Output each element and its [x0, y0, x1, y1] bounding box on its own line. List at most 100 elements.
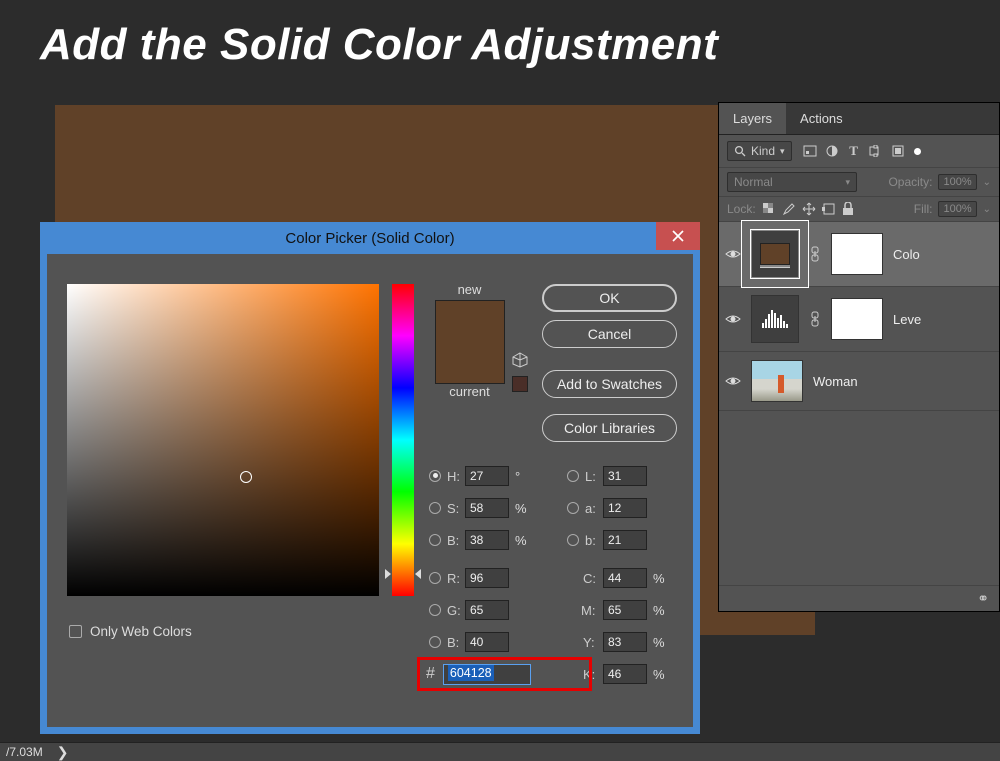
lock-move-icon[interactable] [802, 202, 816, 216]
current-color-swatch[interactable] [436, 342, 504, 383]
layer-mask-thumb[interactable] [831, 233, 883, 275]
filter-pixel-icon[interactable] [802, 144, 818, 158]
L-field-row: L: [567, 466, 647, 486]
layer-row-levels[interactable]: Leve [719, 287, 999, 352]
dialog-titlebar[interactable]: Color Picker (Solid Color) [40, 222, 700, 254]
a-input[interactable] [603, 498, 647, 518]
layer-name: Woman [813, 374, 858, 389]
opacity-input[interactable]: 100% [938, 174, 976, 190]
K-unit: % [653, 667, 665, 682]
panel-tabs: Layers Actions [719, 103, 999, 135]
Bhsb-input[interactable] [465, 530, 509, 550]
visibility-icon[interactable] [725, 246, 741, 262]
L-radio[interactable] [567, 470, 579, 482]
hex-input[interactable]: 604128 [443, 664, 531, 685]
filter-kind-dropdown[interactable]: Kind ▾ [727, 141, 792, 161]
H-input[interactable] [465, 466, 509, 486]
close-button[interactable] [656, 222, 700, 250]
H-radio[interactable] [429, 470, 441, 482]
K-input[interactable] [603, 664, 647, 684]
R-radio[interactable] [429, 572, 441, 584]
Brgb-input[interactable] [465, 632, 509, 652]
status-bar: /7.03M ❯ [0, 742, 1000, 761]
layer-row-woman[interactable]: Woman [719, 352, 999, 411]
layers-panel: Layers Actions Kind ▾ T Normal▾ Opacity:… [718, 102, 1000, 612]
G-input[interactable] [465, 600, 509, 620]
layer-name: Colo [893, 247, 920, 262]
status-docsize: /7.03M [6, 745, 43, 759]
hue-slider[interactable] [392, 284, 414, 596]
M-input[interactable] [603, 600, 647, 620]
C-field-row: C: % [583, 568, 665, 588]
blab-radio[interactable] [567, 534, 579, 546]
filter-shape-icon[interactable] [868, 144, 884, 158]
hex-row: # 604128 [417, 657, 592, 691]
layer-thumb[interactable] [751, 295, 799, 343]
layer-filter-row: Kind ▾ T [719, 135, 999, 168]
S-input[interactable] [465, 498, 509, 518]
new-label: new [432, 282, 507, 300]
layer-list: Colo Leve Woman [719, 222, 999, 411]
a-radio[interactable] [567, 502, 579, 514]
new-color-swatch[interactable] [436, 301, 504, 342]
gamut-swatch[interactable] [512, 376, 528, 392]
lock-label: Lock: [727, 202, 756, 216]
layer-mask-thumb[interactable] [831, 298, 883, 340]
visibility-icon[interactable] [725, 311, 741, 327]
current-label: current [432, 384, 507, 402]
Bhsb-radio[interactable] [429, 534, 441, 546]
blab-input[interactable] [603, 530, 647, 550]
tab-actions[interactable]: Actions [786, 103, 857, 134]
C-input[interactable] [603, 568, 647, 588]
filter-adjustment-icon[interactable] [824, 144, 840, 158]
L-input[interactable] [603, 466, 647, 486]
color-field-cursor[interactable] [240, 471, 252, 483]
gamut-warning-icon[interactable] [512, 352, 528, 368]
filter-type-icon[interactable]: T [846, 144, 862, 158]
fill-input[interactable]: 100% [938, 201, 976, 217]
Brgb-radio[interactable] [429, 636, 441, 648]
R-input[interactable] [465, 568, 509, 588]
link-mask-icon[interactable] [809, 311, 821, 327]
S-unit: % [515, 501, 527, 516]
filter-smartobj-icon[interactable] [890, 144, 906, 158]
blend-mode-dropdown[interactable]: Normal▾ [727, 172, 857, 192]
Y-unit: % [653, 635, 665, 650]
Y-input[interactable] [603, 632, 647, 652]
search-icon [734, 145, 746, 157]
cancel-button[interactable]: Cancel [542, 320, 677, 348]
S-radio[interactable] [429, 502, 441, 514]
status-chevron-icon[interactable]: ❯ [57, 744, 69, 761]
lock-all-icon[interactable] [842, 202, 854, 216]
add-swatches-button[interactable]: Add to Swatches [542, 370, 677, 398]
color-field[interactable] [67, 284, 379, 596]
dialog-title: Color Picker (Solid Color) [40, 230, 700, 247]
color-libraries-button[interactable]: Color Libraries [542, 414, 677, 442]
filter-toggle-icon[interactable] [914, 148, 921, 155]
color-picker-dialog: Color Picker (Solid Color) new current O… [40, 222, 700, 734]
new-current-swatch: new current [432, 282, 507, 402]
lock-brush-icon[interactable] [782, 202, 796, 216]
Brgb-field-row: B: [429, 632, 509, 652]
ok-button[interactable]: OK [542, 284, 677, 312]
tab-layers[interactable]: Layers [719, 103, 786, 134]
link-layers-icon[interactable]: ⚭ [977, 590, 989, 607]
lock-transparency-icon[interactable] [762, 202, 776, 216]
G-radio[interactable] [429, 604, 441, 616]
H-unit: ° [515, 469, 520, 484]
hue-slider-handle[interactable] [385, 569, 421, 579]
layer-thumb[interactable] [751, 230, 799, 278]
layer-thumb[interactable] [751, 360, 803, 402]
filter-kind-label: Kind [751, 144, 775, 158]
Bhsb-field-row: B: % [429, 530, 527, 550]
page-title: Add the Solid Color Adjustment [40, 20, 960, 70]
lock-artboard-icon[interactable] [822, 202, 836, 216]
only-web-colors-checkbox[interactable] [69, 625, 82, 638]
link-mask-icon[interactable] [809, 246, 821, 262]
layer-row-colorfill[interactable]: Colo [719, 222, 999, 287]
visibility-icon[interactable] [725, 373, 741, 389]
Y-field-row: Y: % [583, 632, 665, 652]
blend-mode-row: Normal▾ Opacity: 100% ⌄ [719, 168, 999, 197]
lock-row: Lock: Fill: 100% ⌄ [719, 197, 999, 222]
H-field-row: H: ° [429, 466, 520, 486]
